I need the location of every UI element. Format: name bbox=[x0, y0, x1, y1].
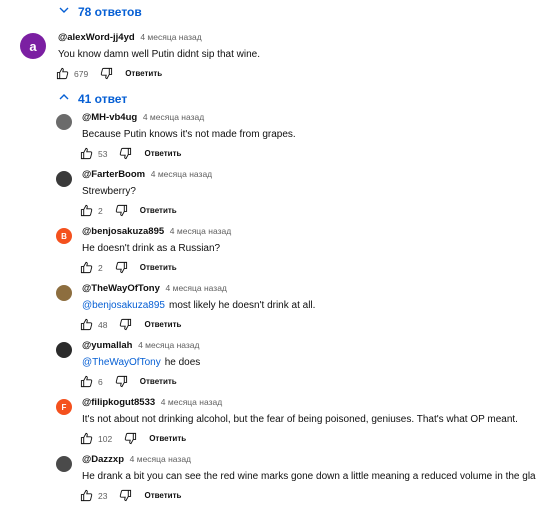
reply-button[interactable]: Ответить bbox=[140, 263, 177, 272]
like-count: 53 bbox=[98, 148, 108, 159]
thumbs-down-icon[interactable] bbox=[100, 67, 113, 80]
comment-author[interactable]: @benjosakuza895 bbox=[82, 226, 164, 237]
comment-time[interactable]: 4 месяца назад bbox=[170, 226, 231, 236]
comment-header: @FarterBoom 4 месяца назад bbox=[82, 168, 212, 181]
like-count: 6 bbox=[98, 376, 103, 387]
thumbs-down-icon[interactable] bbox=[115, 375, 128, 388]
comment-header: @yumallah 4 месяца назад bbox=[82, 339, 199, 352]
avatar[interactable] bbox=[56, 171, 72, 187]
comment-actions: 48 Ответить bbox=[80, 318, 181, 331]
comment-text: Strewberry? bbox=[82, 186, 136, 197]
comment-time[interactable]: 4 месяца назад bbox=[138, 340, 199, 350]
thumbs-up-icon[interactable] bbox=[80, 375, 93, 388]
replies-count-label: 41 ответ bbox=[78, 91, 128, 106]
thumbs-up-icon[interactable] bbox=[80, 489, 93, 502]
reply-button[interactable]: Ответить bbox=[144, 320, 181, 329]
show-replies-toggle[interactable]: 78 ответов bbox=[58, 4, 142, 19]
comment-text: @TheWayOfTony he does bbox=[82, 357, 201, 368]
comment-time[interactable]: 4 месяца назад bbox=[166, 283, 227, 293]
comment-author[interactable]: @Dazzxp bbox=[82, 454, 124, 465]
like-count: 2 bbox=[98, 205, 103, 216]
thumbs-up-icon[interactable] bbox=[80, 204, 93, 217]
comment-actions: 2 Ответить bbox=[80, 261, 177, 274]
comment-author[interactable]: @TheWayOfTony bbox=[82, 283, 160, 294]
comment-text: Because Putin knows it's not made from g… bbox=[82, 129, 296, 140]
comment-actions: 6 Ответить bbox=[80, 375, 177, 388]
avatar[interactable] bbox=[56, 285, 72, 301]
thumbs-down-icon[interactable] bbox=[115, 204, 128, 217]
comment-header: @alexWord-jj4yd 4 месяца назад bbox=[58, 31, 202, 44]
comment-author[interactable]: @FarterBoom bbox=[82, 169, 145, 180]
reply-button[interactable]: Ответить bbox=[149, 434, 186, 443]
avatar[interactable]: F bbox=[56, 399, 72, 415]
thumbs-up-icon[interactable] bbox=[80, 261, 93, 274]
mention-link[interactable]: @TheWayOfTony bbox=[82, 357, 161, 368]
comment-actions: 23 Ответить bbox=[80, 489, 181, 502]
comment-author[interactable]: @MH-vb4ug bbox=[82, 112, 137, 123]
comment-text: He doesn't drink as a Russian? bbox=[82, 243, 221, 254]
reply-button[interactable]: Ответить bbox=[140, 206, 177, 215]
comment-text: @benjosakuza895 most likely he doesn't dr… bbox=[82, 300, 316, 311]
comment-actions: 679 Ответить bbox=[56, 67, 162, 80]
thumbs-down-icon[interactable] bbox=[119, 147, 132, 160]
like-count: 23 bbox=[98, 490, 108, 501]
avatar[interactable] bbox=[56, 342, 72, 358]
chevron-up-icon bbox=[58, 91, 70, 106]
like-count: 679 bbox=[74, 68, 89, 79]
comment-time[interactable]: 4 месяца назад bbox=[140, 32, 201, 42]
comment-time[interactable]: 4 месяца назад bbox=[161, 397, 222, 407]
comment-author[interactable]: @alexWord-jj4yd bbox=[58, 32, 135, 43]
thumbs-up-icon[interactable] bbox=[56, 67, 69, 80]
avatar[interactable] bbox=[56, 114, 72, 130]
comment-header: @benjosakuza895 4 месяца назад bbox=[82, 225, 231, 238]
thumbs-down-icon[interactable] bbox=[124, 432, 137, 445]
reply-button[interactable]: Ответить bbox=[140, 377, 177, 386]
avatar[interactable]: a bbox=[20, 33, 46, 59]
comment-author[interactable]: @filipkogut8533 bbox=[82, 397, 155, 408]
comment-header: @filipkogut8533 4 месяца назад bbox=[82, 396, 222, 409]
mention-link[interactable]: @benjosakuza895 bbox=[82, 300, 165, 311]
comment-text: You know damn well Putin didnt sip that … bbox=[58, 49, 260, 60]
comment-header: @Dazzxp 4 месяца назад bbox=[82, 453, 191, 466]
avatar[interactable]: B bbox=[56, 228, 72, 244]
thumbs-up-icon[interactable] bbox=[80, 147, 93, 160]
reply-button[interactable]: Ответить bbox=[125, 69, 162, 78]
replies-count-label: 78 ответов bbox=[78, 4, 142, 19]
like-count: 2 bbox=[98, 262, 103, 273]
chevron-down-icon bbox=[58, 4, 70, 19]
comment-header: @TheWayOfTony 4 месяца назад bbox=[82, 282, 227, 295]
hide-replies-toggle[interactable]: 41 ответ bbox=[58, 91, 127, 106]
thumbs-up-icon[interactable] bbox=[80, 432, 93, 445]
thumbs-down-icon[interactable] bbox=[119, 318, 132, 331]
avatar[interactable] bbox=[56, 456, 72, 472]
reply-button[interactable]: Ответить bbox=[144, 491, 181, 500]
comment-actions: 2 Ответить bbox=[80, 204, 177, 217]
comment-time[interactable]: 4 месяца назад bbox=[143, 112, 204, 122]
thumbs-down-icon[interactable] bbox=[115, 261, 128, 274]
reply-button[interactable]: Ответить bbox=[144, 149, 181, 158]
thumbs-down-icon[interactable] bbox=[119, 489, 132, 502]
comment-author[interactable]: @yumallah bbox=[82, 340, 132, 351]
comment-header: @MH-vb4ug 4 месяца назад bbox=[82, 111, 204, 124]
comment-text: He drank a bit you can see the red wine … bbox=[82, 471, 536, 482]
comment-actions: 53 Ответить bbox=[80, 147, 181, 160]
comment-actions: 102 Ответить bbox=[80, 432, 186, 445]
like-count: 48 bbox=[98, 319, 108, 330]
comment-time[interactable]: 4 месяца назад bbox=[130, 454, 191, 464]
thumbs-up-icon[interactable] bbox=[80, 318, 93, 331]
comment-time[interactable]: 4 месяца назад bbox=[151, 169, 212, 179]
comment-text: It's not about not drinking alcohol, but… bbox=[82, 414, 518, 425]
like-count: 102 bbox=[98, 433, 113, 444]
